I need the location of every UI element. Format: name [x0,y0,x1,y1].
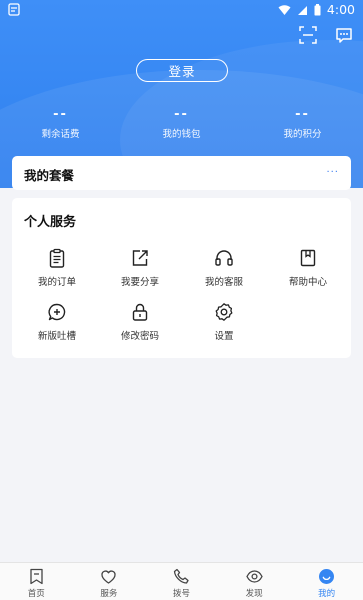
service-label: 我要分享 [120,277,159,288]
account-stats: -- 剩余话费 -- 我的钱包 -- 我的积分 [0,107,363,141]
stat-value: -- [174,107,189,122]
tab-label: 拨号 [172,589,190,599]
book-icon [300,249,316,267]
service-help-center[interactable]: 帮助中心 [266,248,350,288]
service-customer-service[interactable]: 我的客服 [182,248,266,288]
tab-mine[interactable]: 我的 [290,563,363,600]
tab-service[interactable]: 服务 [73,563,146,600]
bookmark-icon [30,568,43,585]
tab-discover[interactable]: 发现 [218,563,291,600]
service-label: 我的客服 [204,277,243,288]
tab-label: 发现 [245,589,263,599]
service-label: 我的订单 [37,277,76,288]
package-card[interactable]: 我的套餐 ... [12,156,351,190]
tab-label: 我的 [318,589,336,599]
stat-wallet[interactable]: -- 我的钱包 [121,107,242,141]
phone-icon [173,568,189,584]
bottom-tab-bar: 首页 服务 拨号 发现 我的 [0,562,363,600]
service-label: 设置 [214,331,234,342]
service-my-orders[interactable]: 我的订单 [15,248,99,288]
stat-label: 我的积分 [283,129,322,140]
tab-dial[interactable]: 拨号 [145,563,218,600]
login-button[interactable]: 登录 [136,59,228,82]
status-time: 4:00 [326,2,355,17]
services-title: 个人服务 [24,215,77,230]
service-label: 新版吐槽 [37,331,76,342]
stat-points[interactable]: -- 我的积分 [242,107,363,141]
service-settings[interactable]: 设置 [182,302,266,342]
status-bar: 4:00 [0,0,363,20]
package-title: 我的套餐 [24,168,75,183]
package-more[interactable]: ... [326,164,339,175]
heart-icon [101,570,117,584]
service-share[interactable]: 我要分享 [98,248,182,288]
stat-label: 我的钱包 [162,129,201,140]
share-icon [132,250,148,266]
eye-icon [245,570,263,583]
notification-icon [8,3,20,16]
scan-icon[interactable] [299,26,317,44]
stat-value: -- [295,107,310,122]
services-card: 个人服务 我的订单 我要分享 我的客服 帮助中心 新版吐槽 修改密码 设置 [12,198,351,358]
gear-icon [215,303,233,321]
tab-label: 首页 [27,589,45,599]
wifi-icon [278,4,291,15]
smile-icon [319,569,335,584]
battery-icon [314,3,321,15]
tab-home[interactable]: 首页 [0,563,73,600]
stat-balance[interactable]: -- 剩余话费 [0,107,121,141]
stat-value: -- [53,107,68,122]
clipboard-icon [49,248,65,268]
signal-icon [297,5,307,15]
service-change-password[interactable]: 修改密码 [98,302,182,342]
service-feedback[interactable]: 新版吐槽 [15,302,99,342]
lock-icon [132,303,148,321]
service-label: 帮助中心 [288,277,327,288]
service-label: 修改密码 [120,331,159,342]
feedback-icon [48,303,66,321]
tab-label: 服务 [100,589,118,599]
stat-label: 剩余话费 [41,129,80,140]
message-icon[interactable] [335,26,353,44]
headset-icon [215,250,233,266]
